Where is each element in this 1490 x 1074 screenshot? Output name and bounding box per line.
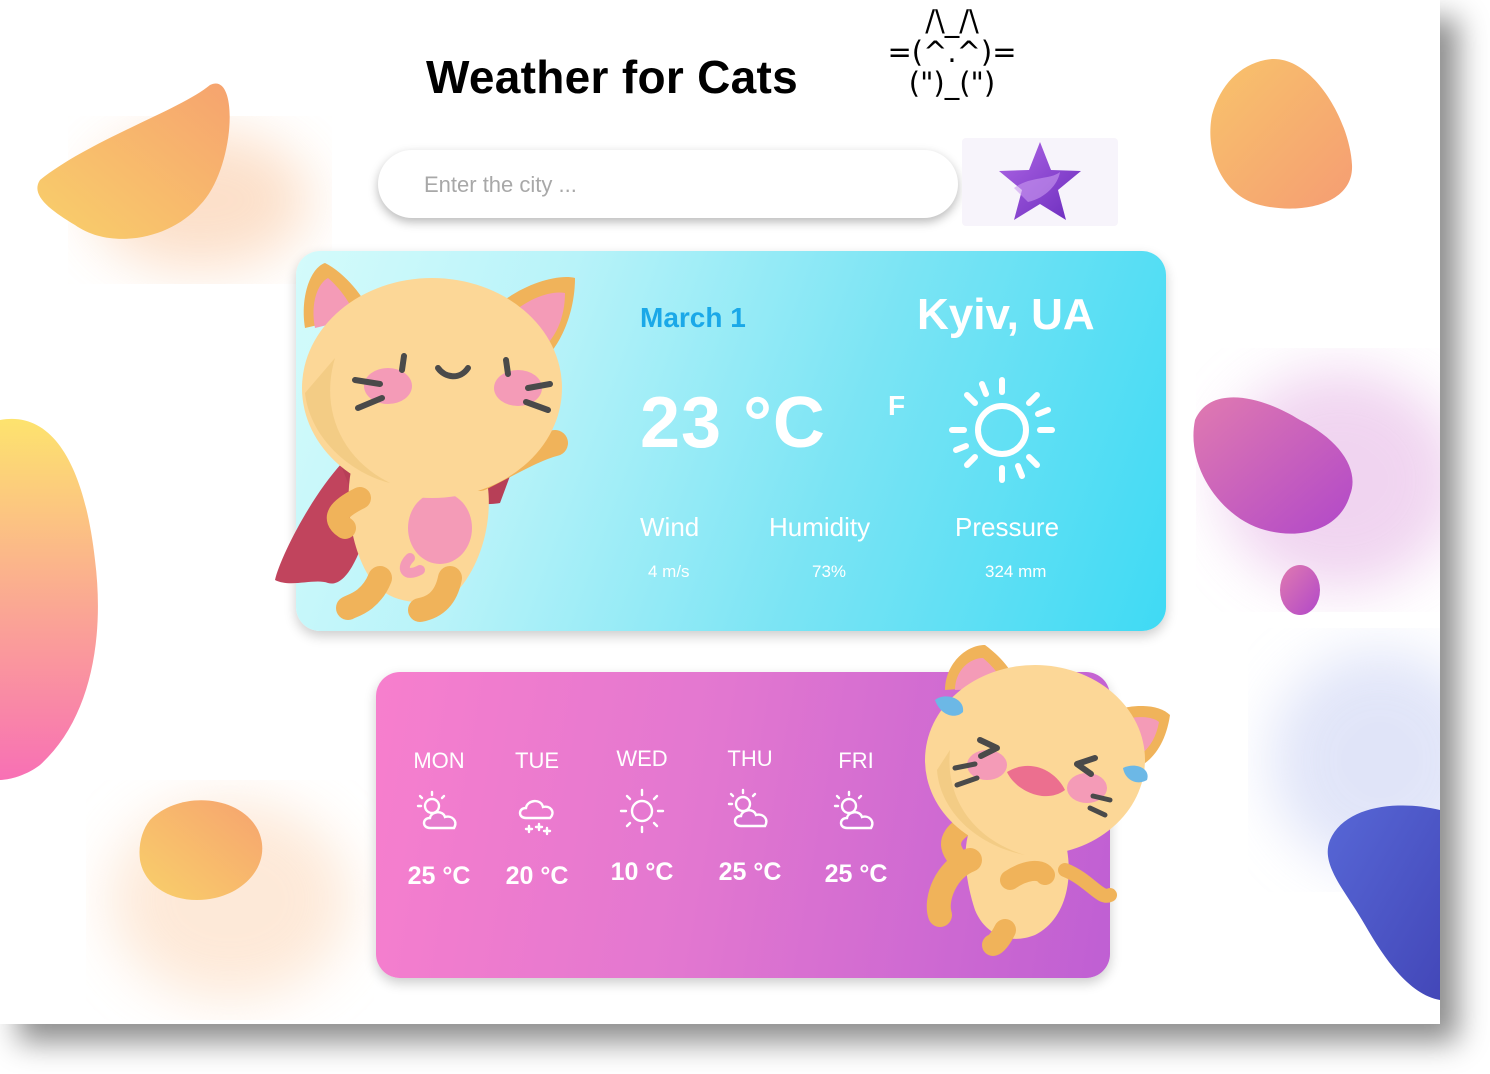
forecast-day-name: TUE xyxy=(515,748,559,773)
forecast-temp: 25 °C xyxy=(407,862,471,890)
sun-icon xyxy=(949,377,1055,483)
partly-cloudy-icon xyxy=(833,790,874,830)
star-icon xyxy=(999,142,1081,220)
forecast-temp: 25 °C xyxy=(824,860,888,888)
ascii-cat-line: =(^.^)= xyxy=(887,35,1017,69)
forecast-temp: 10 °C xyxy=(610,858,674,886)
ascii-cat-line: (")_(") xyxy=(908,66,996,100)
pressure-value: 324 mm xyxy=(985,562,1047,581)
orange-blob xyxy=(1210,59,1353,209)
favorite-button[interactable] xyxy=(962,138,1118,226)
purple-dot-blob xyxy=(1280,565,1320,615)
current-temperature: 23 °C xyxy=(640,383,826,463)
forecast-day-name: MON xyxy=(413,748,465,773)
ascii-cat-line: /\_/\ xyxy=(925,4,979,38)
partly-cloudy-icon xyxy=(727,788,768,828)
forecast-day-name: WED xyxy=(616,746,668,771)
humidity-label: Humidity xyxy=(769,512,871,542)
search-bar xyxy=(378,150,958,218)
current-date: March 1 xyxy=(640,302,746,333)
wind-label: Wind xyxy=(640,512,700,542)
superhero-cat-illustration xyxy=(275,263,575,622)
partly-cloudy-icon xyxy=(416,790,457,830)
forecast-day-name: THU xyxy=(727,746,773,771)
wind-value: 4 m/s xyxy=(648,562,690,581)
laughing-cat-illustration xyxy=(925,645,1170,956)
forecast-day-name: FRI xyxy=(838,748,874,773)
pink-yellow-blob xyxy=(0,418,98,780)
forecast-temp: 20 °C xyxy=(505,862,569,890)
forecast-temp: 25 °C xyxy=(718,858,782,886)
city-search-input[interactable] xyxy=(422,168,926,202)
snow-cloud-icon xyxy=(518,799,554,836)
pressure-label: Pressure xyxy=(955,512,1060,542)
app-page: Weather for Cats /\_/\ =(^.^)= (")_(") E… xyxy=(0,0,1440,1024)
page-title: Weather for Cats xyxy=(426,51,799,103)
ascii-cat-art: /\_/\ =(^.^)= (")_(") xyxy=(872,6,1032,99)
humidity-value: 73% xyxy=(812,562,847,581)
blue-blob xyxy=(1327,805,1440,1000)
sun-icon xyxy=(619,788,665,834)
current-city: Kyiv, UA xyxy=(917,290,1095,339)
fahrenheit-toggle[interactable]: F xyxy=(888,390,905,422)
